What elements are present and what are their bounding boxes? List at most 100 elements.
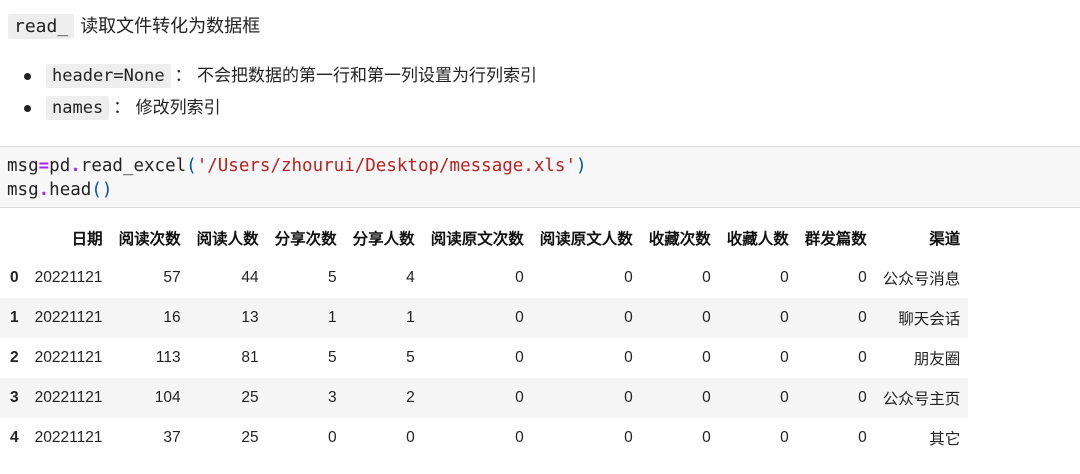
bullet-dot-icon bbox=[24, 105, 31, 112]
bullet-text: ： 修改列索引 bbox=[113, 98, 221, 118]
table-cell: 20221121 bbox=[34, 389, 103, 406]
column-header: 阅读原文次数 bbox=[430, 231, 524, 248]
table-cell: 0 bbox=[624, 349, 633, 366]
bullet-item-names: names： 修改列索引 bbox=[24, 94, 537, 126]
code-token-paren: ) bbox=[575, 156, 587, 176]
table-cell: 0 bbox=[780, 429, 789, 446]
code-token-dot: . bbox=[70, 156, 81, 176]
table-cell: 0 bbox=[515, 429, 524, 446]
dataframe-output-table: 日期 阅读次数 阅读人数 分享次数 分享人数 阅读原文次数 阅读原文人数 收藏次… bbox=[0, 218, 969, 458]
table-cell: 0 bbox=[624, 389, 633, 406]
code-token-string: '/Users/zhourui/Desktop/message.xls' bbox=[196, 156, 576, 176]
table-cell: 0 bbox=[515, 389, 524, 406]
table-cell: 57 bbox=[163, 269, 181, 286]
bullet-text: ： 不会把数据的第一行和第一列设置为行列索引 bbox=[174, 66, 537, 86]
heading-inline-code: read_ bbox=[8, 14, 75, 39]
table-cell: 聊天会话 bbox=[898, 311, 961, 328]
table-cell: 5 bbox=[328, 269, 337, 286]
code-line-1: msg=pd.read_excel('/Users/zhourui/Deskto… bbox=[7, 155, 587, 177]
table-cell: 0 bbox=[780, 389, 789, 406]
table-cell: 3 bbox=[328, 389, 337, 406]
table-cell: 0 bbox=[624, 429, 633, 446]
table-cell: 1 bbox=[328, 309, 337, 326]
table-cell: 0 bbox=[702, 349, 711, 366]
column-header: 阅读次数 bbox=[118, 231, 181, 248]
table-cell: 1 bbox=[406, 309, 415, 326]
table-cell: 113 bbox=[155, 349, 181, 366]
table-cell: 其它 bbox=[929, 431, 961, 448]
markdown-bullet-list: header=None： 不会把数据的第一行和第一列设置为行列索引 names：… bbox=[24, 62, 537, 126]
table-cell: 13 bbox=[241, 309, 259, 326]
table-cell: 44 bbox=[241, 269, 259, 286]
code-token-paren: ( bbox=[186, 156, 197, 176]
table-cell: 朋友圈 bbox=[913, 351, 961, 368]
index-header bbox=[0, 218, 27, 258]
table-cell: 0 bbox=[406, 429, 415, 446]
table-cell: 20221121 bbox=[34, 429, 103, 446]
table-cell: 0 bbox=[702, 269, 711, 286]
table-cell: 4 bbox=[406, 269, 415, 286]
table-cell: 37 bbox=[163, 429, 181, 446]
table-cell: 0 bbox=[780, 349, 789, 366]
bullet-inline-code: names bbox=[46, 96, 110, 120]
code-token-module: pd bbox=[49, 156, 71, 176]
table-cell: 104 bbox=[154, 389, 181, 406]
table-row: 0 20221121 57 44 5 4 0 0 0 0 0 公众号消息 bbox=[0, 258, 968, 298]
table-cell: 25 bbox=[241, 429, 259, 446]
column-header: 群发篇数 bbox=[804, 231, 867, 248]
bullet-item-header: header=None： 不会把数据的第一行和第一列设置为行列索引 bbox=[24, 62, 537, 94]
column-header: 渠道 bbox=[929, 231, 961, 248]
table-cell: 0 bbox=[780, 309, 789, 326]
table-cell: 20221121 bbox=[34, 309, 103, 326]
table-cell: 公众号消息 bbox=[882, 271, 961, 288]
code-token-operator: = bbox=[38, 156, 50, 176]
table-cell: 16 bbox=[163, 309, 181, 326]
code-token-paren: () bbox=[91, 180, 113, 200]
code-line-2: msg.head() bbox=[7, 179, 112, 201]
table-cell: 0 bbox=[858, 429, 867, 446]
row-index: 2 bbox=[10, 349, 19, 366]
table-row: 3 20221121 104 25 3 2 0 0 0 0 0 公众号主页 bbox=[0, 378, 969, 418]
table-cell: 0 bbox=[858, 349, 867, 366]
column-header: 分享人数 bbox=[352, 231, 415, 248]
row-index: 3 bbox=[10, 389, 19, 406]
table-row: 1 20221121 16 13 1 1 0 0 0 0 0 聊天会话 bbox=[0, 298, 969, 338]
table-cell: 0 bbox=[624, 269, 633, 286]
table-cell: 81 bbox=[241, 349, 259, 366]
column-header: 收藏次数 bbox=[648, 231, 711, 248]
table-cell: 25 bbox=[241, 389, 259, 406]
table-cell: 0 bbox=[702, 389, 711, 406]
column-header: 收藏人数 bbox=[726, 231, 789, 248]
table-cell: 0 bbox=[780, 269, 789, 286]
table-cell: 公众号主页 bbox=[882, 391, 961, 408]
table-cell: 0 bbox=[858, 309, 867, 326]
code-token-function: head bbox=[49, 180, 92, 200]
code-token-function: read_excel bbox=[80, 156, 187, 176]
table-cell: 0 bbox=[515, 349, 524, 366]
table-cell: 5 bbox=[328, 349, 337, 366]
table-cell: 0 bbox=[702, 429, 711, 446]
table-cell: 20221121 bbox=[34, 269, 103, 286]
column-header: 阅读人数 bbox=[196, 231, 259, 248]
code-token-dot: . bbox=[38, 180, 50, 200]
table-row: 4 20221121 37 25 0 0 0 0 0 0 0 其它 bbox=[0, 418, 968, 458]
column-header: 日期 bbox=[71, 231, 103, 248]
table-row: 2 20221121 113 81 5 5 0 0 0 0 0 朋友圈 bbox=[0, 338, 968, 378]
table-cell: 0 bbox=[858, 389, 867, 406]
code-cell-editor[interactable]: msg=pd.read_excel('/Users/zhourui/Deskto… bbox=[0, 146, 1080, 208]
row-index: 4 bbox=[10, 429, 19, 446]
heading-text: 读取文件转化为数据框 bbox=[80, 16, 261, 37]
table-cell: 0 bbox=[515, 269, 524, 286]
table-cell: 0 bbox=[624, 309, 633, 326]
markdown-heading: read_ 读取文件转化为数据框 bbox=[8, 14, 260, 40]
table-cell: 5 bbox=[406, 349, 415, 366]
bullet-inline-code: header=None bbox=[46, 64, 171, 88]
row-index: 1 bbox=[10, 309, 19, 326]
table-cell: 0 bbox=[702, 309, 711, 326]
table-header-row: 日期 阅读次数 阅读人数 分享次数 分享人数 阅读原文次数 阅读原文人数 收藏次… bbox=[0, 218, 968, 258]
column-header: 阅读原文人数 bbox=[539, 231, 633, 248]
table-cell: 2 bbox=[406, 389, 415, 406]
bullet-dot-icon bbox=[24, 73, 31, 80]
table-cell: 0 bbox=[858, 269, 867, 286]
column-header: 分享次数 bbox=[274, 231, 337, 248]
